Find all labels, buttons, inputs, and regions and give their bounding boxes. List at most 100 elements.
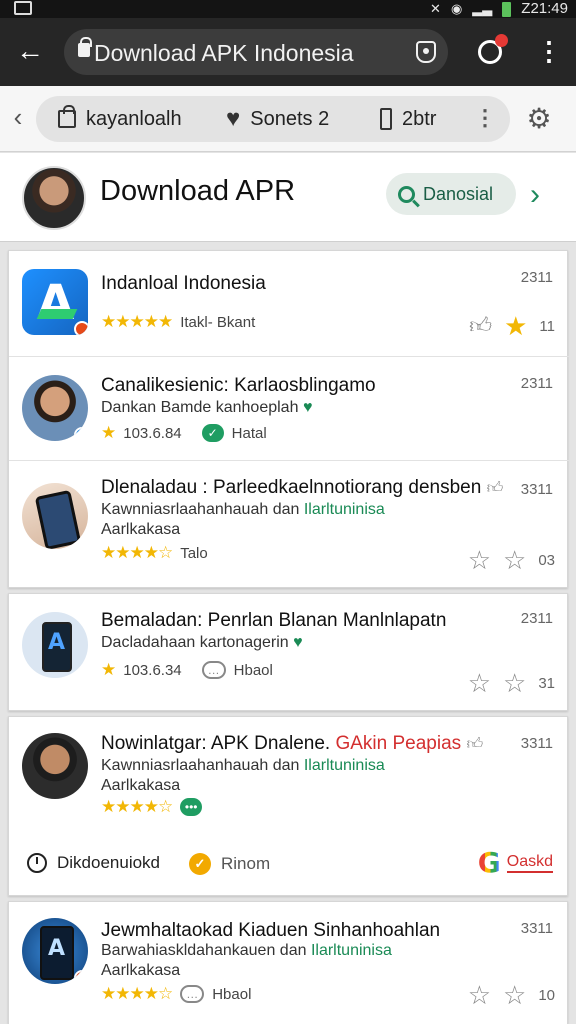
more-vertical-icon[interactable]: ⋮: [474, 96, 496, 142]
result-count: 3311: [520, 481, 553, 498]
result-subtitle-2: Aarlkakasa: [101, 777, 181, 794]
thumbs-up-icon[interactable]: 👍︎: [469, 314, 492, 338]
list-item[interactable]: Nowinlatgar: APK Dnalene. GAkin Peapias …: [9, 717, 569, 833]
list-item[interactable]: A Indanloal Indonesia ★★★★★ Itakl- Bkant…: [9, 251, 569, 357]
subtitle-highlight: Ilarltuninisa: [310, 942, 392, 959]
meta-text: Hbaol: [212, 985, 252, 1003]
search-label: Danosial: [423, 183, 494, 204]
title-text: Dlenaladau : Parleedkaelnnotiorang densb…: [101, 477, 482, 498]
shield-icon[interactable]: [416, 41, 436, 63]
result-title[interactable]: Canalikesienic: Karlaosblingamo: [101, 375, 509, 397]
phone-thumbnail: [22, 918, 88, 984]
star-outline-icon[interactable]: ☆: [503, 547, 526, 573]
card-footer: Dikdoenuiokd ✓ Rinom G Oaskd: [9, 833, 569, 897]
toolbar-item-label: kayanloalh: [86, 107, 182, 130]
search-button[interactable]: Danosial: [386, 173, 516, 215]
phone-thumbnail: [22, 612, 88, 678]
results-card: Jewmhaltaokad Kiaduen Sinhanhoahlan Barw…: [8, 901, 568, 1024]
rating-text: Talo: [180, 544, 208, 562]
results-card: Bemaladan: Penrlan Blanan Manlnlapatn Da…: [8, 593, 568, 711]
action-count: 03: [538, 551, 555, 569]
star-icon: ★: [101, 660, 116, 679]
result-count: 2311: [520, 269, 553, 286]
star-rating-icon: ★★★★★: [101, 312, 173, 331]
notification-icon: [14, 1, 32, 15]
gear-icon[interactable]: ⚙: [526, 105, 552, 133]
avatar[interactable]: [22, 166, 86, 230]
star-outline-icon[interactable]: ☆: [503, 982, 526, 1008]
toolbar-item-label: 2btr: [402, 107, 437, 130]
comment-icon: •••: [180, 798, 203, 816]
star-outline-icon[interactable]: ☆: [468, 982, 491, 1008]
star-outline-icon[interactable]: ☆: [503, 670, 526, 696]
footer-left[interactable]: Dikdoenuiokd: [27, 853, 160, 873]
result-subtitle: Kawnniasrlaahanhauah dan Ilarltuninisa: [101, 757, 509, 775]
star-outline-icon[interactable]: ☆: [468, 547, 491, 573]
result-count: 3311: [520, 920, 553, 937]
result-subtitle: Barwahiaskldahankauen dan Ilarltuninisa: [101, 942, 509, 960]
toolbar-item-store[interactable]: kayanloalh: [58, 96, 182, 142]
wifi-icon: ◉: [450, 1, 463, 16]
rating: ★★★★☆ •••: [101, 797, 203, 817]
footer-mid[interactable]: ✓ Rinom: [189, 853, 270, 875]
notification-badge: [495, 34, 508, 47]
back-arrow-icon[interactable]: ←: [14, 36, 46, 68]
toolbar-item-favorites[interactable]: ♥ Sonets 2: [226, 96, 329, 142]
list-item[interactable]: Jewmhaltaokad Kiaduen Sinhanhoahlan Barw…: [9, 902, 569, 1024]
rating: ★ 103.6.34 … Hbaol: [101, 660, 273, 680]
result-count: 3311: [520, 735, 553, 752]
badge-icon: [74, 970, 88, 984]
signal-icon: ▂▃: [472, 1, 493, 16]
star-rating-icon: ★★★★☆: [101, 797, 173, 816]
result-title[interactable]: Nowinlatgar: APK Dnalene. GAkin Peapias …: [101, 733, 509, 757]
page-header: Download APR Danosial ›: [0, 153, 576, 242]
subtitle-text: Kawnniasrlaahanhauah dan: [101, 501, 300, 518]
star-rating-icon: ★★★★☆: [101, 984, 173, 1003]
subtitle-highlight: Ilarltuninisa: [303, 757, 385, 774]
chevron-right-icon[interactable]: ›: [530, 177, 540, 213]
overflow-menu-icon[interactable]: ⋮: [536, 36, 562, 68]
result-title[interactable]: Indanloal Indonesia: [101, 273, 509, 295]
subtitle-text: Dankan Bamde kanhoeplah: [101, 399, 299, 416]
heart-icon: ♥: [226, 105, 241, 132]
chat-icon: …: [180, 985, 205, 1003]
result-actions: ☆ ☆ 31: [468, 670, 555, 696]
rating-value: 103.6.84: [123, 424, 182, 442]
url-text: Download APK Indonesia: [94, 40, 354, 66]
list-item[interactable]: Dlenaladau : Parleedkaelnnotiorang densb…: [9, 461, 569, 589]
result-subtitle: Dankan Bamde kanhoeplah ♥: [101, 399, 509, 417]
battery-icon: [502, 1, 512, 17]
address-bar[interactable]: Download APK Indonesia: [64, 29, 448, 75]
badge-icon: [74, 427, 88, 441]
rating: ★★★★★ Itakl- Bkant: [101, 312, 255, 332]
footer-link-label: Oaskd: [506, 853, 553, 873]
clock-text: Z21:49: [521, 0, 568, 17]
chevron-left-icon[interactable]: ‹: [6, 102, 30, 134]
thumbs-up-icon: 👍︎: [486, 480, 504, 497]
star-filled-icon[interactable]: ★: [504, 313, 527, 339]
list-item[interactable]: Canalikesienic: Karlaosblingamo Dankan B…: [9, 357, 569, 461]
tabs-button[interactable]: [478, 34, 508, 64]
action-count: 31: [538, 674, 555, 692]
clock-icon: [27, 853, 47, 873]
star-outline-icon[interactable]: ☆: [468, 670, 491, 696]
title-highlight: GAkin Peapias: [335, 733, 462, 754]
rating-text: Itakl- Bkant: [180, 313, 256, 331]
rating: ★ 103.6.84 ✓ Hatal: [101, 423, 267, 443]
subtitle-text: Dacladahaan kartonagerin: [101, 634, 289, 651]
result-title[interactable]: Dlenaladau : Parleedkaelnnotiorang densb…: [101, 477, 509, 501]
toolbar-item-device[interactable]: 2btr: [380, 96, 436, 142]
heart-icon: ♥: [302, 399, 313, 416]
results-card: A Indanloal Indonesia ★★★★★ Itakl- Bkant…: [8, 250, 569, 589]
status-icons: ✕ ◉ ▂▃ Z21:49: [430, 0, 568, 18]
star-icon: ★: [101, 423, 116, 442]
bag-icon: [58, 105, 76, 128]
heart-icon: ♥: [293, 634, 303, 651]
subtitle-text: Kawnniasrlaahanhauah dan: [101, 757, 300, 774]
result-title[interactable]: Jewmhaltaokad Kiaduen Sinhanhoahlan: [101, 920, 509, 942]
result-title[interactable]: Bemaladan: Penrlan Blanan Manlnlapatn: [101, 610, 509, 632]
list-item[interactable]: Bemaladan: Penrlan Blanan Manlnlapatn Da…: [9, 594, 569, 712]
results-card: Nowinlatgar: APK Dnalene. GAkin Peapias …: [8, 716, 568, 896]
result-count: 2311: [520, 610, 553, 627]
footer-google-link[interactable]: G Oaskd: [478, 849, 553, 877]
